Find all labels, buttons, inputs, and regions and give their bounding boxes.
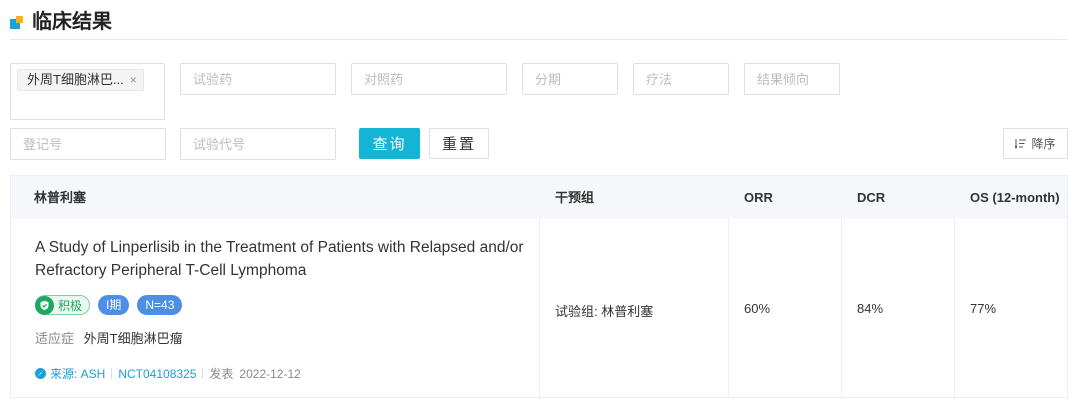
- reset-button[interactable]: 重置: [429, 128, 489, 159]
- table-header: 林普利塞 干预组 ORR DCR OS (12-month): [11, 176, 1067, 219]
- header-dcr: DCR: [857, 190, 886, 205]
- positive-tag: 积极: [35, 295, 91, 315]
- divider: [202, 368, 204, 379]
- phase-tag: I期: [98, 295, 130, 315]
- positive-tag-label: 积极: [58, 298, 83, 313]
- drug-field[interactable]: [180, 63, 336, 95]
- published-label: 发表: [209, 367, 234, 381]
- source-line: 来源: ASH NCT04108325 发表 2022-12-12: [35, 365, 301, 382]
- trial-code-input[interactable]: [181, 129, 335, 159]
- column-divider: [954, 219, 955, 397]
- nct-link[interactable]: NCT04108325: [118, 367, 196, 381]
- therapy-input[interactable]: [634, 64, 728, 94]
- sort-label: 降序: [1031, 137, 1056, 151]
- comparator-field[interactable]: [351, 63, 507, 95]
- trend-field[interactable]: [744, 63, 840, 95]
- study-title-link[interactable]: A Study of Linperlisib in the Treatment …: [35, 236, 535, 282]
- divider: [111, 368, 113, 379]
- close-icon[interactable]: ×: [130, 70, 137, 90]
- results-table: 林普利塞 干预组 ORR DCR OS (12-month) A Study o…: [10, 175, 1068, 398]
- trial-code-field[interactable]: [180, 128, 336, 160]
- compass-icon: [35, 368, 46, 379]
- registration-field[interactable]: [10, 128, 166, 160]
- registration-input[interactable]: [11, 129, 165, 159]
- page-title: 临床结果: [32, 11, 112, 33]
- dcr-cell: 84%: [857, 301, 884, 316]
- indication: 适应症 外周T细胞淋巴瘤: [35, 328, 183, 347]
- shield-check-icon: [35, 295, 54, 315]
- study-tags: 积极 I期 N=43: [35, 295, 183, 315]
- os-cell: 77%: [970, 301, 997, 316]
- column-divider: [728, 219, 729, 397]
- trend-input[interactable]: [745, 64, 839, 94]
- stage-input[interactable]: [523, 64, 617, 94]
- published-date: 2022-12-12: [239, 366, 301, 381]
- intervention-cell: 试验组: 林普利塞: [555, 304, 654, 319]
- drug-input[interactable]: [181, 64, 335, 94]
- sort-descending-icon: [1015, 139, 1027, 149]
- disease-chip-label: 外周T细胞淋巴...: [27, 72, 124, 87]
- header-os: OS (12-month): [970, 190, 1060, 205]
- header-intervention: 干预组: [555, 190, 595, 205]
- sample-size-tag: N=43: [137, 295, 183, 315]
- source-link[interactable]: 来源: ASH: [50, 365, 105, 382]
- section-title-icon: [10, 16, 24, 30]
- therapy-field[interactable]: [633, 63, 729, 95]
- comparator-input[interactable]: [352, 64, 506, 94]
- indication-label: 适应症: [35, 331, 75, 346]
- sort-button[interactable]: 降序: [1003, 128, 1068, 159]
- column-divider: [539, 219, 540, 397]
- section-header: 临床结果: [10, 6, 1068, 40]
- disease-chip: 外周T细胞淋巴... ×: [17, 69, 144, 91]
- orr-cell: 60%: [744, 301, 771, 316]
- column-divider: [841, 219, 842, 397]
- header-orr: ORR: [744, 190, 773, 205]
- disease-multiselect[interactable]: 外周T细胞淋巴... ×: [10, 63, 165, 120]
- stage-field[interactable]: [522, 63, 618, 95]
- query-button[interactable]: 查询: [359, 128, 420, 159]
- header-drug: 林普利塞: [34, 190, 87, 205]
- indication-value: 外周T细胞淋巴瘤: [83, 331, 183, 346]
